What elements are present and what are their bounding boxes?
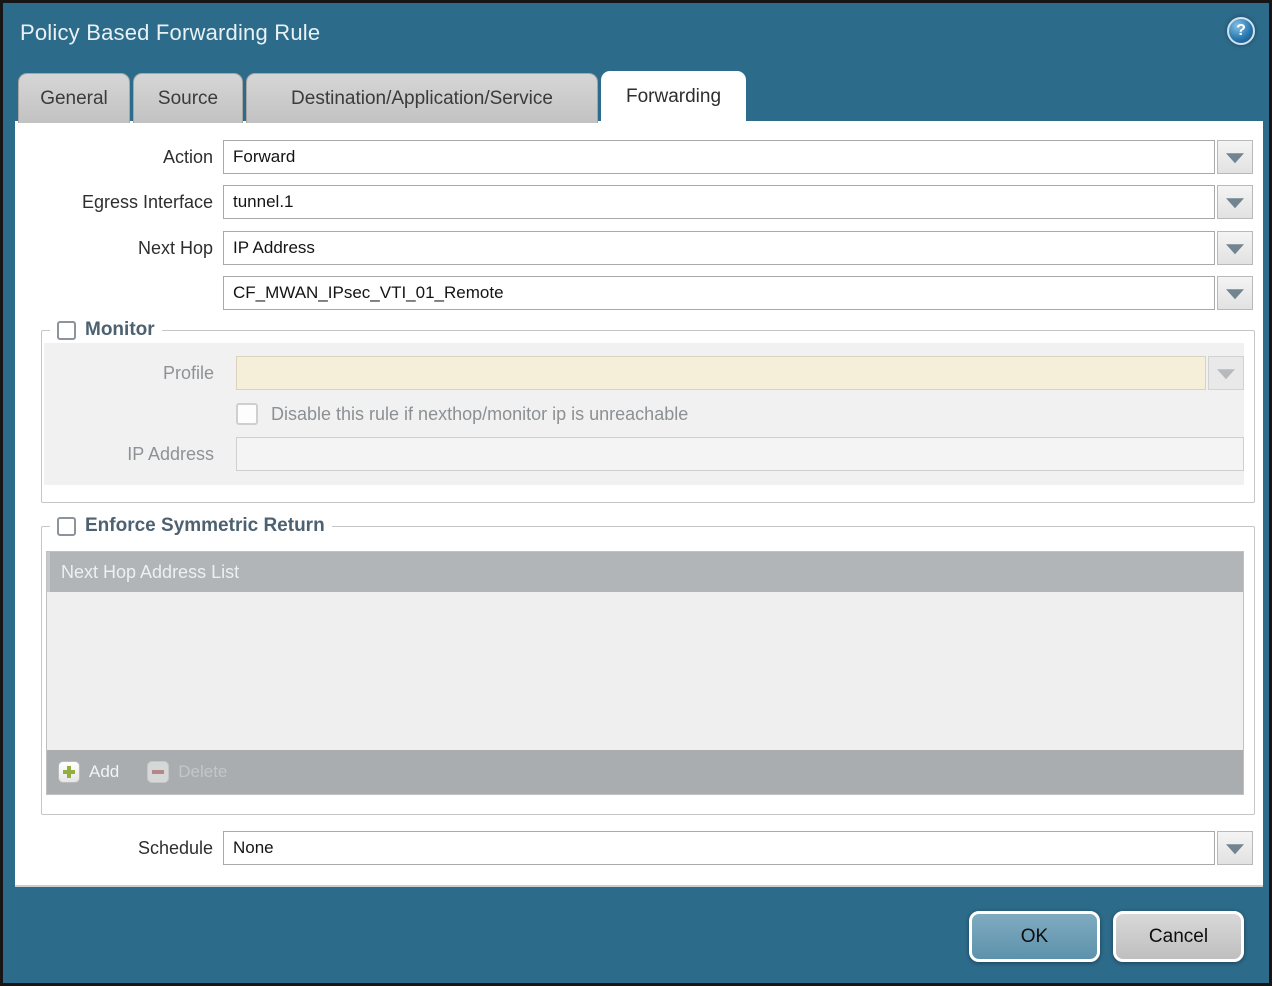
monitor-ip-row: IP Address <box>44 437 1244 471</box>
cancel-button[interactable]: Cancel <box>1113 911 1244 962</box>
schedule-select[interactable]: None <box>223 831 1253 865</box>
profile-select <box>236 356 1244 390</box>
tab-source[interactable]: Source <box>133 73 243 123</box>
chevron-down-icon <box>1226 153 1244 163</box>
action-value: Forward <box>223 140 1215 174</box>
minus-icon <box>147 761 169 783</box>
next-hop-address-list-table: Next Hop Address List Add Delete <box>46 551 1244 795</box>
pbf-rule-dialog: Policy Based Forwarding Rule ? General S… <box>0 0 1272 986</box>
dialog-title: Policy Based Forwarding Rule <box>20 20 320 46</box>
monitor-ip-input <box>236 437 1244 471</box>
delete-button-label: Delete <box>178 762 227 782</box>
next-hop-value: IP Address <box>223 231 1215 265</box>
disable-rule-checkbox <box>236 403 258 425</box>
next-hop-address-value: CF_MWAN_IPsec_VTI_01_Remote <box>223 276 1215 310</box>
plus-icon <box>58 761 80 783</box>
monitor-legend: Monitor <box>50 319 162 341</box>
symmetric-return-legend: Enforce Symmetric Return <box>50 515 332 537</box>
schedule-value: None <box>223 831 1215 865</box>
symmetric-return-checkbox[interactable] <box>57 517 76 536</box>
tab-bar: General Source Destination/Application/S… <box>18 71 746 123</box>
action-row: Action Forward <box>15 140 1263 174</box>
next-hop-address-list-body[interactable] <box>47 592 1243 750</box>
tab-general[interactable]: General <box>18 73 130 123</box>
table-toolbar: Add Delete <box>47 750 1243 794</box>
next-hop-address-select[interactable]: CF_MWAN_IPsec_VTI_01_Remote <box>223 276 1253 310</box>
monitor-disabled-panel: Profile Disable this rule if nexthop/mon… <box>44 343 1244 485</box>
action-dropdown-button[interactable] <box>1217 140 1253 174</box>
profile-value <box>236 356 1206 390</box>
tab-destination-application-service[interactable]: Destination/Application/Service <box>246 73 598 123</box>
delete-button: Delete <box>147 761 227 783</box>
ok-button[interactable]: OK <box>969 911 1100 962</box>
tab-forwarding[interactable]: Forwarding <box>601 71 746 123</box>
symmetric-return-legend-label: Enforce Symmetric Return <box>85 515 325 537</box>
chevron-down-icon <box>1226 289 1244 299</box>
next-hop-address-dropdown-button[interactable] <box>1217 276 1253 310</box>
egress-interface-dropdown-button[interactable] <box>1217 185 1253 219</box>
next-hop-row: Next Hop IP Address <box>15 231 1263 265</box>
action-label: Action <box>15 140 223 174</box>
profile-row: Profile <box>44 356 1244 390</box>
add-button-label: Add <box>89 762 119 782</box>
forwarding-panel: Action Forward Egress Interface tunnel.1… <box>15 121 1263 887</box>
symmetric-return-section: Enforce Symmetric Return Next Hop Addres… <box>41 515 1255 815</box>
disable-rule-label: Disable this rule if nexthop/monitor ip … <box>271 401 688 427</box>
monitor-checkbox[interactable] <box>57 321 76 340</box>
egress-interface-label: Egress Interface <box>15 185 223 219</box>
add-button[interactable]: Add <box>58 761 119 783</box>
action-select[interactable]: Forward <box>223 140 1253 174</box>
chevron-down-icon <box>1226 244 1244 254</box>
profile-label: Profile <box>46 356 236 390</box>
schedule-row: Schedule None <box>15 831 1263 865</box>
chevron-down-icon <box>1226 844 1244 854</box>
chevron-down-icon <box>1226 198 1244 208</box>
next-hop-address-row: CF_MWAN_IPsec_VTI_01_Remote <box>15 276 1263 310</box>
schedule-dropdown-button[interactable] <box>1217 831 1253 865</box>
chevron-down-icon <box>1217 369 1235 379</box>
disable-rule-row: Disable this rule if nexthop/monitor ip … <box>44 401 1244 427</box>
profile-dropdown-button <box>1208 356 1244 390</box>
next-hop-select[interactable]: IP Address <box>223 231 1253 265</box>
monitor-ip-label: IP Address <box>46 437 236 471</box>
monitor-legend-label: Monitor <box>85 319 155 341</box>
schedule-label: Schedule <box>15 831 223 865</box>
next-hop-dropdown-button[interactable] <box>1217 231 1253 265</box>
monitor-section: Monitor Profile Disable this rule if nex… <box>41 319 1255 503</box>
egress-interface-select[interactable]: tunnel.1 <box>223 185 1253 219</box>
next-hop-address-list-header: Next Hop Address List <box>47 552 1243 592</box>
egress-interface-row: Egress Interface tunnel.1 <box>15 185 1263 219</box>
next-hop-label: Next Hop <box>15 231 223 265</box>
help-icon[interactable]: ? <box>1227 17 1255 45</box>
egress-interface-value: tunnel.1 <box>223 185 1215 219</box>
